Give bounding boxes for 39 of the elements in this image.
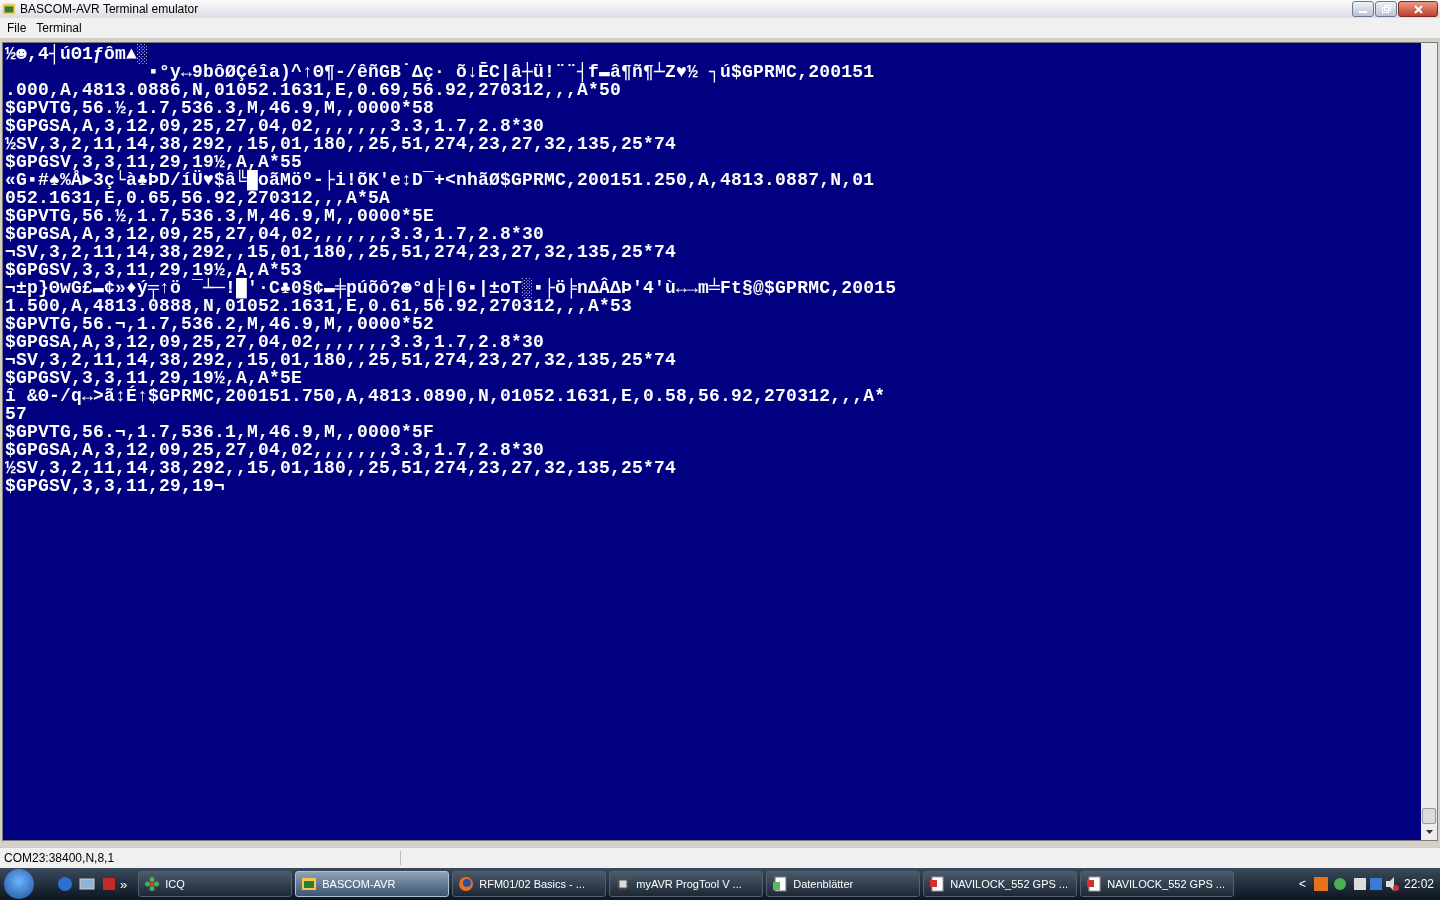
terminal-line: 1.500,A,4813.0888,N,01052.1631,E,0.61,56.92,270312,,,A*53 [5, 297, 633, 315]
terminal-line: 57 [5, 405, 27, 423]
terminal-line: $GPGSV,3,3,11,29,19¬ [5, 477, 226, 495]
tray-toggle[interactable]: < [1298, 877, 1306, 891]
taskbar-button[interactable]: myAVR ProgTool V ... [609, 871, 764, 897]
overflow-button[interactable]: » [120, 876, 128, 892]
terminal-line: ½SV,3,2,11,14,38,292,,15,01,180,,25,51,274,23,27,32,135,25*74 [5, 135, 677, 153]
terminal-line: $GPGSV,3,3,11,29,19½,A,A*55 [5, 153, 303, 171]
menu-item[interactable]: File [2, 21, 32, 35]
taskbar-button[interactable]: RFM01/02 Basics - ... [452, 871, 607, 897]
terminal-line: $GPVTG,56.¬,1.7,536.2,M,46.9,M,,0000*52 [5, 315, 435, 333]
terminal-line: $GPVTG,56.½,1.7,536.3,M,46.9,M,,0000*58 [5, 99, 435, 117]
terminal-line: $GPGSV,3,3,11,29,19½,A,A*53 [5, 261, 303, 279]
status-text: COM23:38400,N,8,1 [0, 851, 401, 865]
terminal-line: $GPGSV,3,3,11,29,19½,A,A*5E [5, 369, 303, 387]
taskbar-button[interactable]: BASCOM-AVR [295, 871, 450, 897]
terminal-line: ¬SV,3,2,11,14,38,292,,15,01,180,,25,51,274,23,27,32,135,25*74 [5, 243, 677, 261]
menu-item[interactable]: Terminal [31, 21, 87, 35]
terminal-line: ½SV,3,2,11,14,38,292,,15,01,180,,25,51,274,23,27,32,135,25*74 [5, 459, 677, 477]
terminal-line: ¬±p}ΘwG£▬¢»♦ý╤↑ö ¯┴─!█'·C♣0§¢▬╪púõô?☻°d╞|6▪|±oT░▪├ö╞nΔÂΔÞ'4'ù↔→m╧Ft§@$GPRMC,20015 [5, 279, 897, 297]
window-title: BASCOM-AVR Terminal emulator [20, 2, 200, 16]
terminal-line: $GPGSA,A,3,12,09,25,27,04,02,,,,,,,3.3,1.7,2.8*30 [5, 333, 545, 351]
taskbar-button[interactable]: NAVILOCK_552 GPS ... [923, 871, 1078, 897]
terminal-line: «G▪#♠%Å►3ç└à♣ÞD/íÜ♥$â╚█oãMöº-├i!õK'e↕D¯+<nhãØ$GPRMC,200151.250,A,4813.0887,N,01 [5, 171, 875, 189]
terminal-line: .000,A,4813.0886,N,01052.1631,E,0.69,56.92,270312,,,A*50 [5, 81, 622, 99]
terminal-line: ½☻,4┤úΘ1ƒôm▲░ [5, 45, 149, 63]
taskbar-button[interactable]: NAVILOCK_552 GPS ... [1080, 871, 1235, 897]
terminal-line: $GPVTG,56.½,1.7,536.3,M,46.9,M,,0000*5E [5, 207, 435, 225]
taskbar-button[interactable]: ICQ [138, 871, 293, 897]
clock: 22:02 [1403, 877, 1434, 891]
terminal-line: ¬SV,3,2,11,14,38,292,,15,01,180,,25,51,274,23,27,32,135,25*74 [5, 351, 677, 369]
terminal-line: ▪°y↔9bôØÇéîa)^↑Θ¶-/êñGB˙Δç· õ↓ĒC|â┼ü!¨¨┤f▬â¶ñ¶┴Z♥½ ┐ú$GPRMC,200151 [148, 63, 875, 81]
terminal-line: $GPVTG,56.¬,1.7,536.1,M,46.9,M,,0000*5F [5, 423, 435, 441]
terminal-line: 052.1631,E,0.65,56.92,270312,,,A*5A [5, 189, 391, 207]
terminal-line: $GPGSA,A,3,12,09,25,27,04,02,,,,,,,3.3,1.7,2.8*30 [5, 117, 545, 135]
terminal-line: $GPGSA,A,3,12,09,25,27,04,02,,,,,,,3.3,1.7,2.8*30 [5, 441, 545, 459]
taskbar-button[interactable]: Datenblätter [766, 871, 921, 897]
terminal-line: î &Θ-/q↔>ã↕É↑$GPRMC,200151.750,A,4813.0890,N,01052.1631,E,0.58,56.92,270312,,,A* [5, 387, 886, 405]
terminal-line: $GPGSA,A,3,12,09,25,27,04,02,,,,,,,3.3,1.7,2.8*30 [5, 225, 545, 243]
